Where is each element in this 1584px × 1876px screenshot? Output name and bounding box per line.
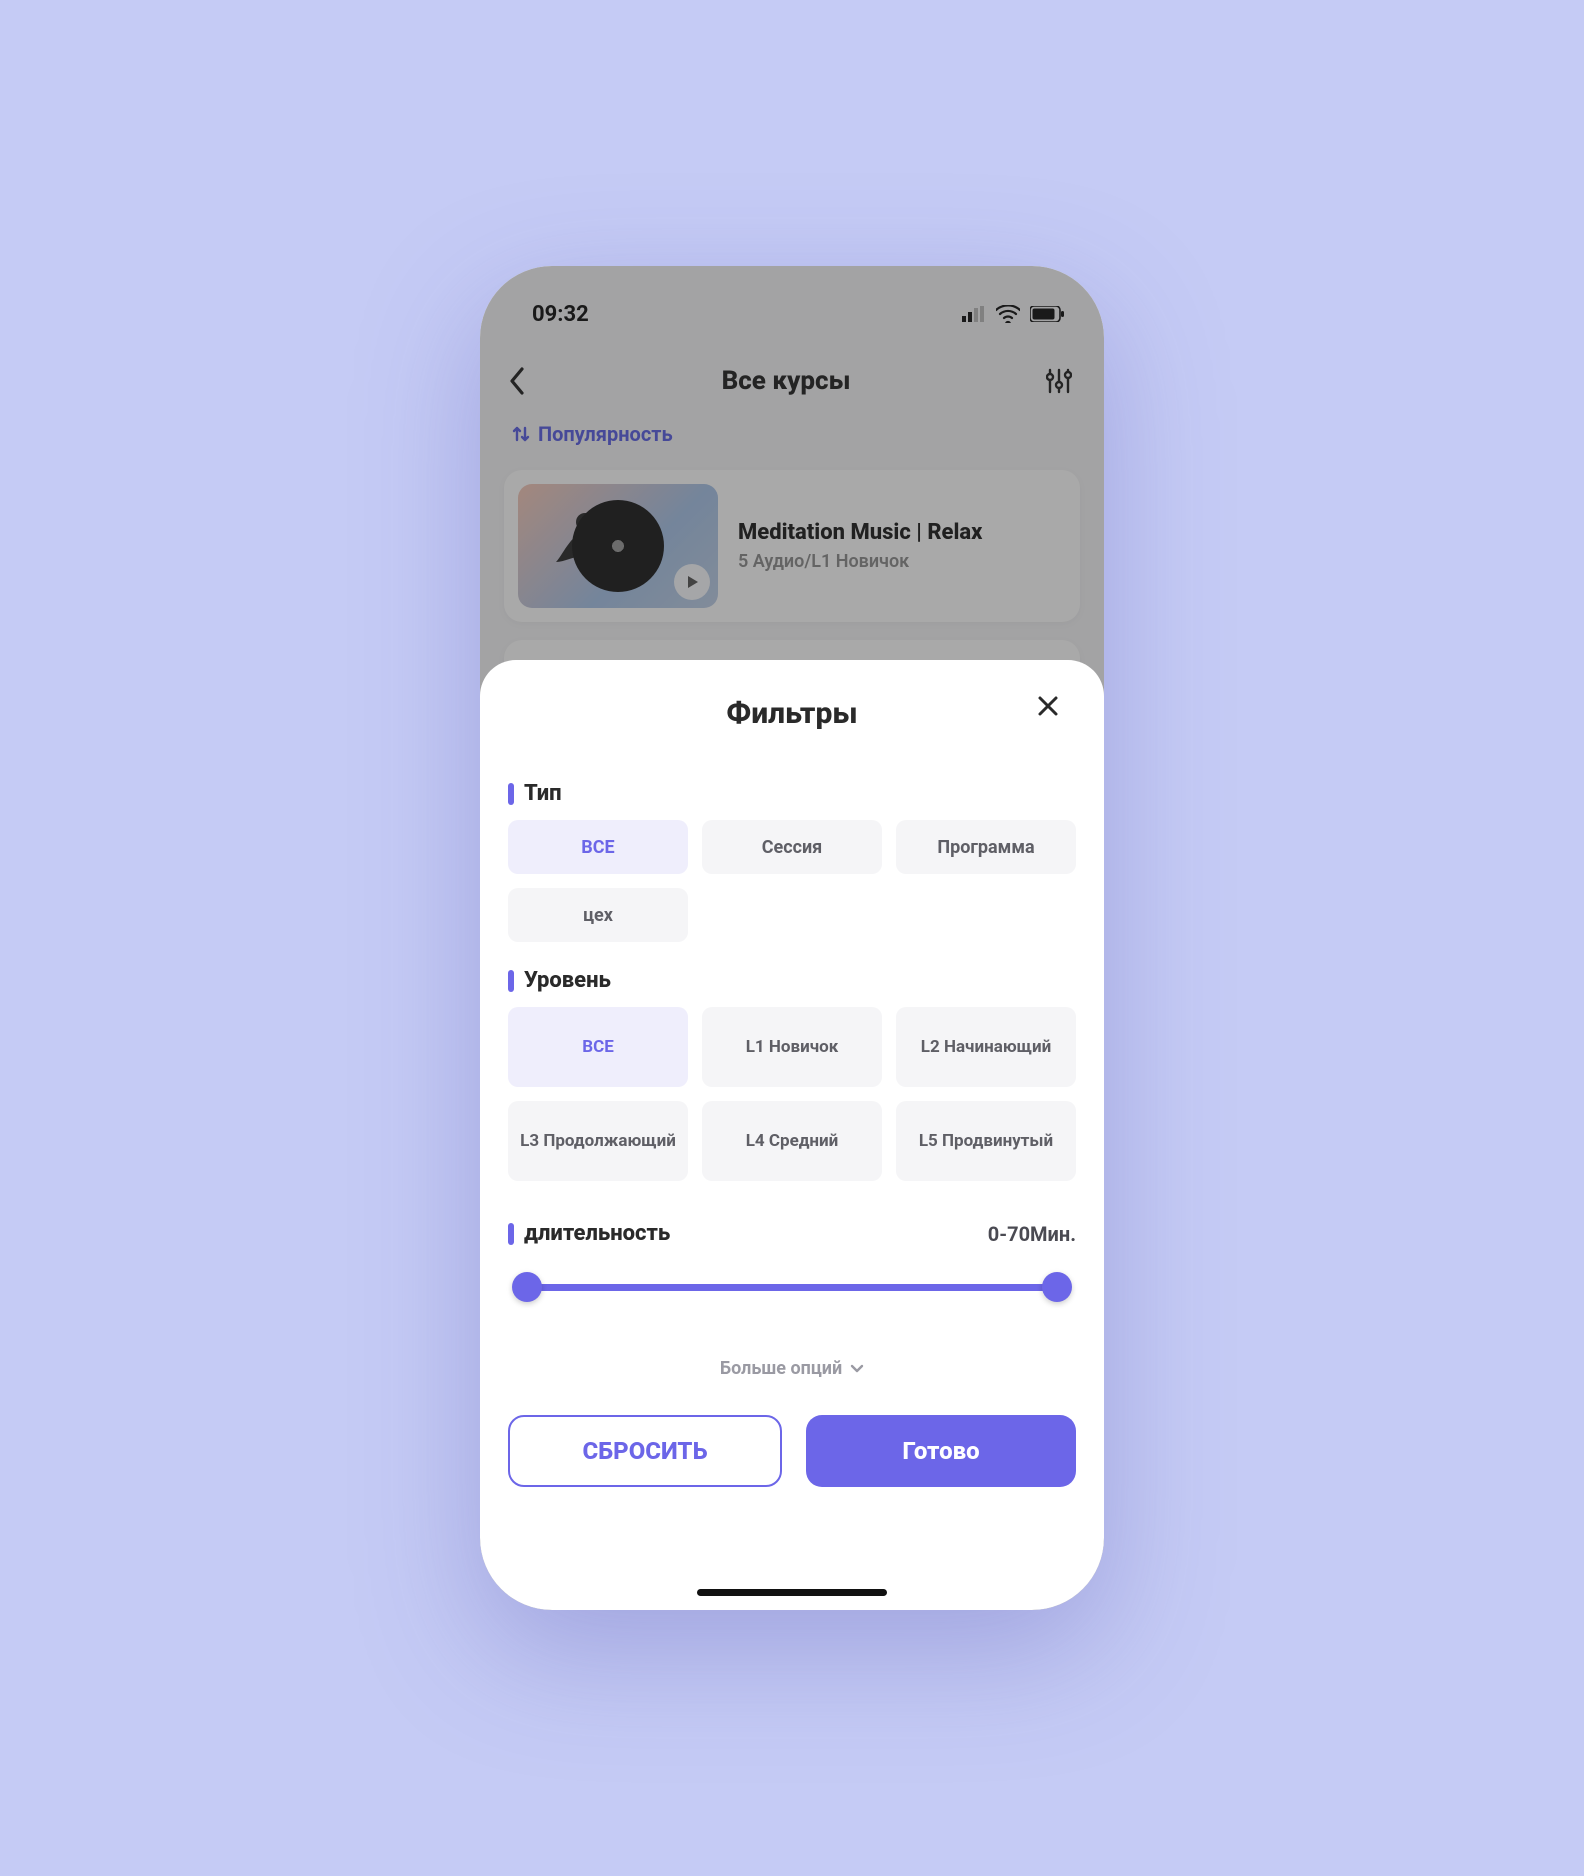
level-chip-l4[interactable]: L4 Средний <box>702 1101 882 1181</box>
reset-button[interactable]: СБРОСИТЬ <box>508 1415 782 1487</box>
section-type-heading: Тип <box>508 781 1076 806</box>
level-chip-l3[interactable]: L3 Продолжающий <box>508 1101 688 1181</box>
level-chip-l2[interactable]: L2 Начинающий <box>896 1007 1076 1087</box>
more-options-button[interactable]: Больше опций <box>508 1358 1076 1379</box>
level-chip-all[interactable]: ВСЕ <box>508 1007 688 1087</box>
level-chip-group: ВСЕ L1 Новичок L2 Начинающий L3 Продолжа… <box>508 1007 1076 1181</box>
done-button[interactable]: Готово <box>806 1415 1076 1487</box>
slider-track <box>518 1284 1066 1291</box>
filters-sheet: Фильтры Тип ВСЕ Сессия Программа цех Уро… <box>480 660 1104 1610</box>
duration-slider[interactable] <box>518 1272 1066 1302</box>
slider-handle-min[interactable] <box>512 1272 542 1302</box>
close-icon <box>1036 694 1060 718</box>
type-chip-group: ВСЕ Сессия Программа цех <box>508 820 1076 942</box>
section-level-heading: Уровень <box>508 968 1076 993</box>
duration-row: длительность 0-70Мин. <box>508 1221 1076 1246</box>
duration-value: 0-70Мин. <box>988 1222 1076 1246</box>
type-chip-all[interactable]: ВСЕ <box>508 820 688 874</box>
phone-frame: 09:32 Все курсы <box>480 266 1104 1610</box>
slider-handle-max[interactable] <box>1042 1272 1072 1302</box>
type-chip-program[interactable]: Программа <box>896 820 1076 874</box>
sheet-actions: СБРОСИТЬ Готово <box>508 1415 1076 1487</box>
level-chip-l1[interactable]: L1 Новичок <box>702 1007 882 1087</box>
type-chip-workshop[interactable]: цех <box>508 888 688 942</box>
sheet-header: Фильтры <box>508 688 1076 755</box>
sheet-title: Фильтры <box>508 696 1076 731</box>
level-chip-l5[interactable]: L5 Продвинутый <box>896 1101 1076 1181</box>
section-duration-heading: длительность <box>508 1221 670 1246</box>
more-options-label: Больше опций <box>720 1358 842 1379</box>
home-indicator[interactable] <box>697 1589 887 1596</box>
chevron-down-icon <box>850 1364 864 1374</box>
close-button[interactable] <box>1028 686 1068 726</box>
type-chip-session[interactable]: Сессия <box>702 820 882 874</box>
